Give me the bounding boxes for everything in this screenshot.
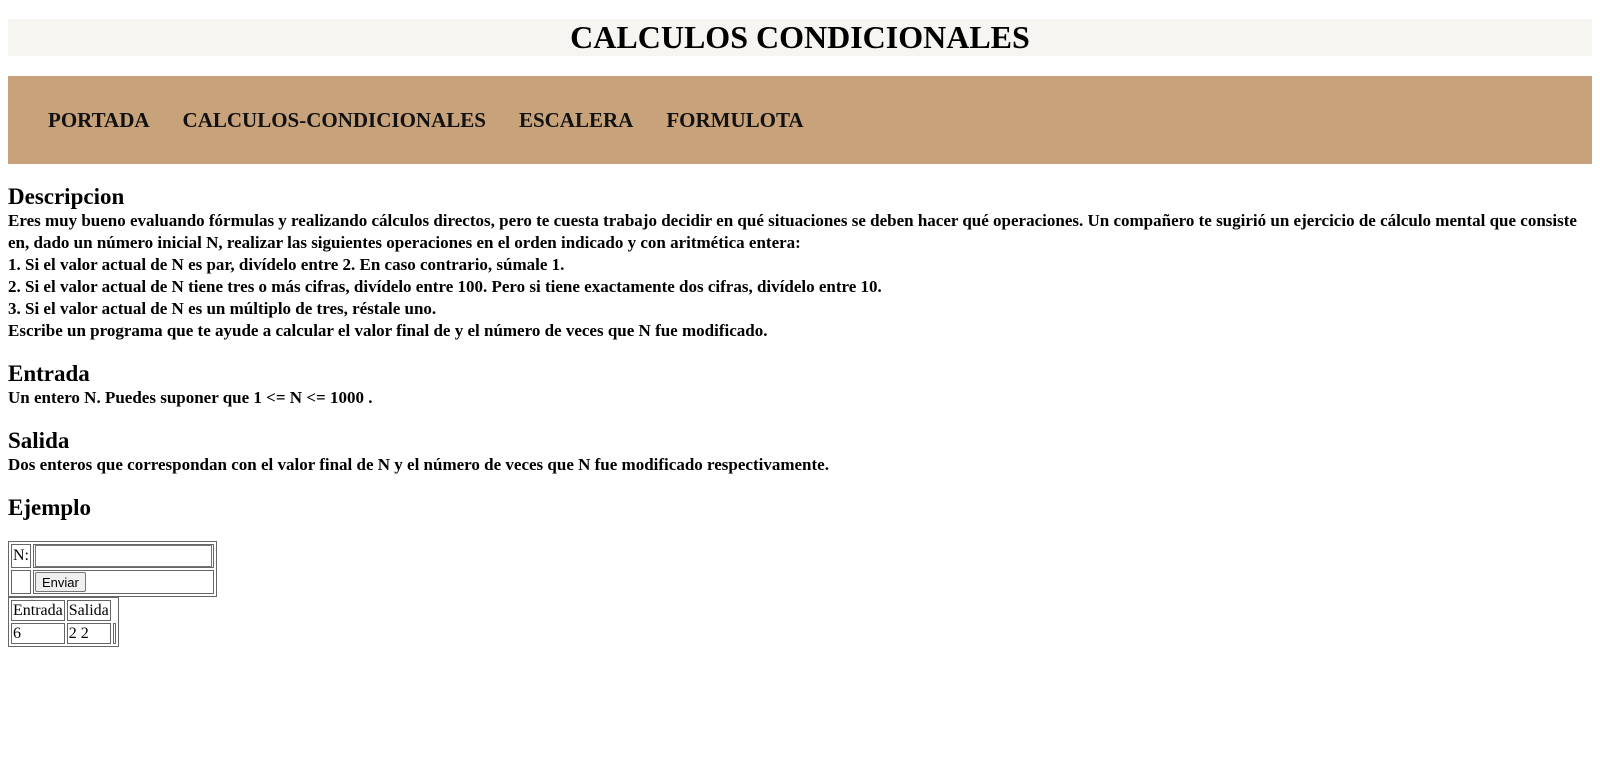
send-button-cell: Enviar (33, 570, 214, 594)
entrada-heading: Entrada (8, 361, 90, 386)
result-cell-entrada: 6 (11, 623, 65, 644)
descripcion-heading: Descripcion (8, 184, 125, 209)
result-header-entrada: Entrada (11, 600, 65, 621)
form-row-n: N: (11, 544, 214, 568)
entrada-text: Un entero N. Puedes suponer que 1 <= N <… (8, 388, 373, 407)
salida-text: Dos enteros que correspondan con el valo… (8, 455, 829, 474)
descripcion-step-1: 1. Si el valor actual de N es par, divíd… (8, 255, 565, 274)
result-header-salida: Salida (66, 600, 111, 621)
result-table: Entrada Salida 6 2 2 (8, 597, 119, 647)
empty-cell (11, 570, 31, 594)
result-cell-empty (112, 623, 116, 644)
page: CALCULOS CONDICIONALES PORTADA CALCULOS-… (0, 19, 1600, 647)
descripcion-text: Eres muy bueno evaluando fórmulas y real… (8, 210, 1592, 342)
page-title: CALCULOS CONDICIONALES (8, 19, 1592, 56)
example-form: N: Enviar (8, 541, 217, 597)
send-button[interactable]: Enviar (35, 572, 86, 592)
result-cell-salida: 2 2 (66, 623, 111, 644)
descripcion-paragraph: Eres muy bueno evaluando fórmulas y real… (8, 211, 1577, 252)
descripcion-step-3: 3. Si el valor actual de N es un múltipl… (8, 299, 437, 318)
nav-item-escalera[interactable]: ESCALERA (519, 108, 633, 133)
n-input-cell (33, 544, 214, 568)
descripcion-closing: Escribe un programa que te ayude a calcu… (8, 321, 768, 340)
result-header-row: Entrada Salida (11, 600, 116, 621)
form-row-submit: Enviar (11, 570, 214, 594)
ejemplo-heading: Ejemplo (8, 495, 92, 520)
salida-heading: Salida (8, 428, 70, 453)
n-label: N: (11, 544, 31, 568)
nav-item-portada[interactable]: PORTADA (48, 108, 150, 133)
nav-item-formulota[interactable]: FORMULOTA (666, 108, 803, 133)
nav-item-calculos-condicionales[interactable]: CALCULOS-CONDICIONALES (183, 108, 486, 133)
n-input[interactable] (35, 545, 212, 567)
descripcion-step-2: 2. Si el valor actual de N tiene tres o … (8, 277, 882, 296)
table-row: 6 2 2 (11, 623, 116, 644)
nav-bar: PORTADA CALCULOS-CONDICIONALES ESCALERA … (8, 76, 1592, 164)
